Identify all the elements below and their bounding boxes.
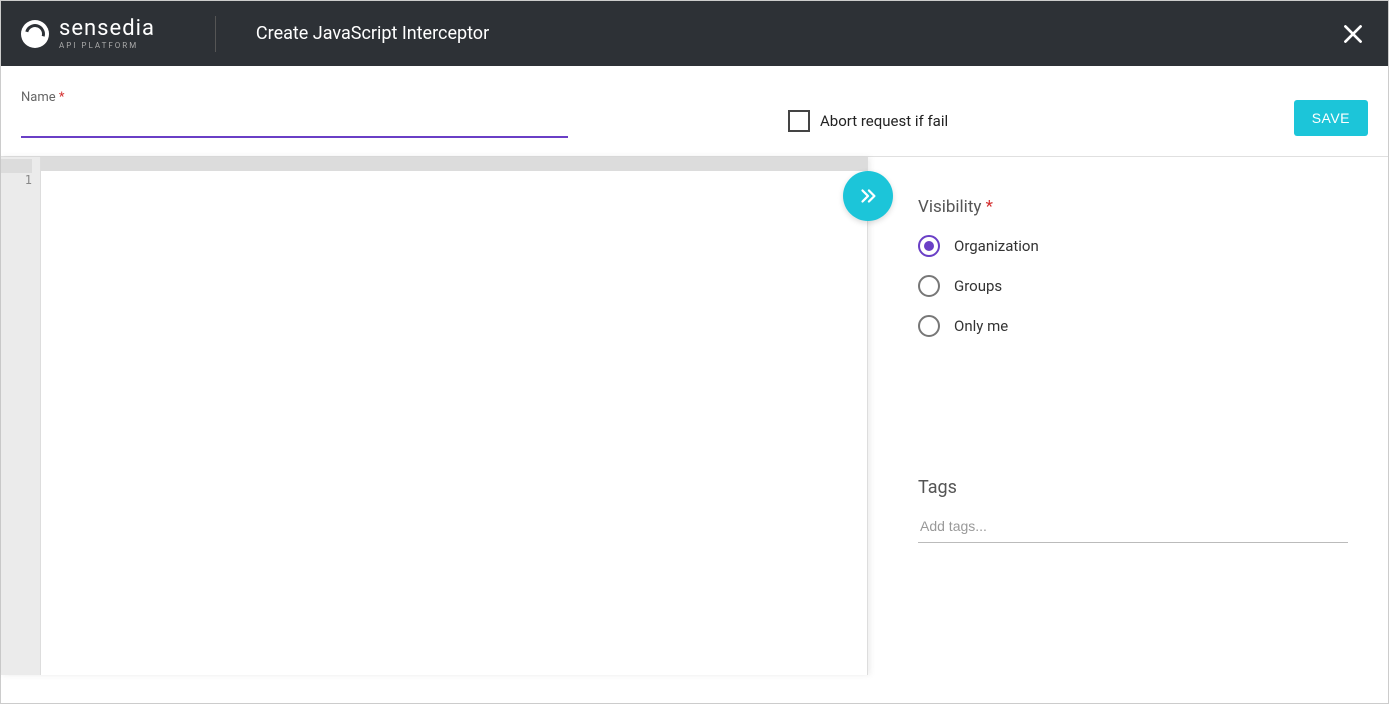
name-input[interactable]	[21, 109, 568, 138]
radio-label: Groups	[954, 277, 1002, 295]
panel-toggle-button[interactable]	[843, 171, 893, 221]
radio-label: Organization	[954, 237, 1039, 255]
radio-label: Only me	[954, 317, 1008, 335]
header-divider	[215, 16, 216, 52]
radio-icon	[918, 235, 940, 257]
tags-section: Tags	[918, 477, 1348, 543]
name-label: Name *	[21, 90, 568, 105]
visibility-option-groups[interactable]: Groups	[918, 275, 1348, 297]
radio-icon	[918, 275, 940, 297]
abort-checkbox-group[interactable]: Abort request if fail	[788, 110, 948, 132]
save-button[interactable]: SAVE	[1294, 100, 1368, 136]
required-asterisk: *	[59, 90, 65, 105]
brand-subtitle: API PLATFORM	[59, 42, 155, 50]
main-area: 1 Visibility * Organization Groups	[1, 157, 1388, 675]
visibility-option-organization[interactable]: Organization	[918, 235, 1348, 257]
side-panel: Visibility * Organization Groups Only me…	[868, 157, 1388, 675]
abort-checkbox-label: Abort request if fail	[820, 112, 948, 130]
tags-title: Tags	[918, 477, 1348, 498]
brand-logo-icon	[21, 20, 49, 48]
close-icon	[1340, 21, 1366, 47]
tags-input[interactable]	[918, 510, 1348, 543]
required-asterisk: *	[986, 197, 993, 217]
code-editor-wrapper: 1	[1, 157, 868, 675]
visibility-radio-group: Organization Groups Only me	[918, 235, 1348, 337]
brand-logo: sensedia API PLATFORM	[21, 18, 155, 50]
radio-icon	[918, 315, 940, 337]
visibility-label: Visibility *	[918, 197, 1348, 217]
brand-name: sensedia	[59, 18, 155, 40]
abort-checkbox[interactable]	[788, 110, 810, 132]
app-header: sensedia API PLATFORM Create JavaScript …	[1, 1, 1388, 66]
line-number: 1	[1, 173, 32, 187]
editor-gutter: 1	[1, 157, 41, 675]
form-toolbar: Name * Abort request if fail SAVE	[1, 66, 1388, 157]
chevron-double-right-icon	[857, 185, 879, 207]
page-title: Create JavaScript Interceptor	[256, 23, 489, 44]
visibility-option-only-me[interactable]: Only me	[918, 315, 1348, 337]
name-field-wrapper: Name *	[21, 90, 568, 138]
close-button[interactable]	[1340, 21, 1366, 47]
code-editor[interactable]	[41, 157, 867, 675]
